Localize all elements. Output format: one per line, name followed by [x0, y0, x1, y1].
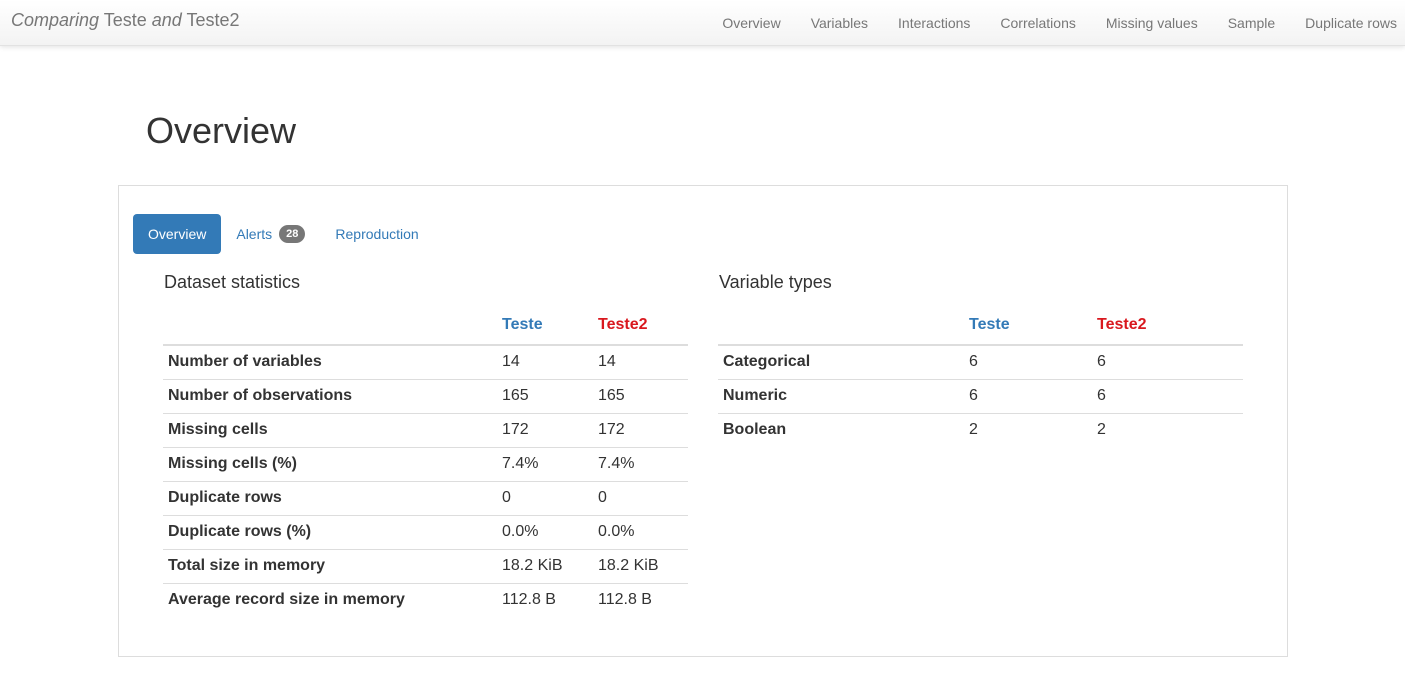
row-value-teste: 7.4%: [497, 447, 593, 482]
table-row: Duplicate rows (%) 0.0% 0.0%: [163, 515, 688, 550]
nav-link-correlations[interactable]: Correlations: [985, 15, 1090, 31]
row-label: Duplicate rows (%): [163, 515, 497, 550]
brand-first-dataset: Teste: [103, 10, 147, 30]
brand-prefix: Comparing: [11, 10, 100, 30]
alerts-count-badge: 28: [279, 225, 306, 243]
table-header-row: Teste Teste2: [163, 307, 688, 346]
table-row: Duplicate rows 0 0: [163, 481, 688, 516]
tab-alerts[interactable]: Alerts 28: [221, 214, 320, 254]
navbar-links: Overview Variables Interactions Correlat…: [707, 0, 1405, 46]
page-title: Overview: [146, 110, 297, 151]
table-row: Boolean 2 2: [718, 413, 1243, 447]
row-label: Numeric: [718, 379, 964, 414]
tab-alerts-label: Alerts: [236, 226, 273, 242]
row-value-teste2: 7.4%: [593, 447, 688, 482]
row-label: Boolean: [718, 413, 964, 447]
row-value-teste: 0.0%: [497, 515, 593, 550]
navbar-brand[interactable]: Comparing Teste and Teste2: [11, 10, 240, 31]
nav-link-interactions[interactable]: Interactions: [883, 15, 985, 31]
row-value-teste2: 165: [593, 379, 688, 414]
row-label: Duplicate rows: [163, 481, 497, 516]
nav-link-duplicate-rows[interactable]: Duplicate rows: [1290, 15, 1405, 31]
variable-types-section: Variable types Teste Teste2 Categorical …: [718, 272, 1243, 447]
row-label: Average record size in memory: [163, 583, 497, 617]
nav-link-sample[interactable]: Sample: [1213, 15, 1290, 31]
dataset-statistics-table: Teste Teste2 Number of variables 14 14 N…: [163, 307, 688, 617]
nav-link-overview[interactable]: Overview: [707, 15, 795, 31]
header-teste: Teste: [964, 307, 1092, 346]
row-value-teste2: 112.8 B: [593, 583, 688, 617]
row-value-teste2: 2: [1092, 413, 1243, 447]
table-row: Number of observations 165 165: [163, 379, 688, 414]
header-empty: [718, 307, 964, 346]
table-row: Categorical 6 6: [718, 345, 1243, 380]
table-row: Total size in memory 18.2 KiB 18.2 KiB: [163, 549, 688, 584]
header-teste: Teste: [497, 307, 593, 346]
row-value-teste: 112.8 B: [497, 583, 593, 617]
dataset-statistics-title: Dataset statistics: [164, 272, 301, 292]
row-label: Missing cells (%): [163, 447, 497, 482]
row-value-teste2: 18.2 KiB: [593, 549, 688, 584]
header-teste2: Teste2: [593, 307, 688, 346]
table-row: Average record size in memory 112.8 B 11…: [163, 583, 688, 617]
brand-joiner: and: [151, 10, 182, 30]
row-value-teste2: 0.0%: [593, 515, 688, 550]
tab-reproduction-label: Reproduction: [335, 226, 419, 242]
variable-types-title: Variable types: [719, 272, 832, 292]
tab-overview-label: Overview: [148, 226, 207, 242]
row-value-teste: 18.2 KiB: [497, 549, 593, 584]
overview-tabs: Overview Alerts 28 Reproduction: [133, 214, 434, 254]
table-row: Number of variables 14 14: [163, 345, 688, 380]
row-value-teste: 172: [497, 413, 593, 448]
row-value-teste: 165: [497, 379, 593, 414]
row-label: Number of observations: [163, 379, 497, 414]
row-value-teste: 0: [497, 481, 593, 516]
row-value-teste2: 6: [1097, 353, 1106, 370]
table-header-row: Teste Teste2: [718, 307, 1243, 346]
row-value-teste: 6: [964, 379, 1092, 414]
row-label: Number of variables: [168, 353, 322, 370]
row-label: Total size in memory: [163, 549, 497, 584]
nav-link-missing-values[interactable]: Missing values: [1091, 15, 1213, 31]
tab-reproduction[interactable]: Reproduction: [320, 214, 433, 254]
overview-panel: Overview Alerts 28 Reproduction Dataset …: [118, 185, 1288, 657]
brand-second-dataset: Teste2: [186, 10, 240, 30]
navbar: Comparing Teste and Teste2 Overview Vari…: [0, 0, 1405, 46]
row-value-teste: 6: [969, 353, 978, 370]
nav-link-variables[interactable]: Variables: [796, 15, 883, 31]
variable-types-table: Teste Teste2 Categorical 6 6 Numeric 6 6…: [718, 307, 1243, 447]
tab-overview[interactable]: Overview: [133, 214, 222, 254]
table-row: Missing cells 172 172: [163, 413, 688, 448]
table-row: Numeric 6 6: [718, 379, 1243, 414]
row-value-teste2: 172: [593, 413, 688, 448]
row-value-teste: 2: [964, 413, 1092, 447]
row-value-teste: 14: [502, 353, 520, 370]
row-label: Missing cells: [163, 413, 497, 448]
header-empty: [163, 307, 497, 346]
dataset-statistics-section: Dataset statistics Teste Teste2 Number o…: [163, 272, 688, 617]
row-value-teste2: 0: [593, 481, 688, 516]
header-teste2: Teste2: [1092, 307, 1243, 346]
row-value-teste2: 14: [598, 353, 616, 370]
table-row: Missing cells (%) 7.4% 7.4%: [163, 447, 688, 482]
row-value-teste2: 6: [1092, 379, 1243, 414]
row-label: Categorical: [723, 353, 811, 370]
